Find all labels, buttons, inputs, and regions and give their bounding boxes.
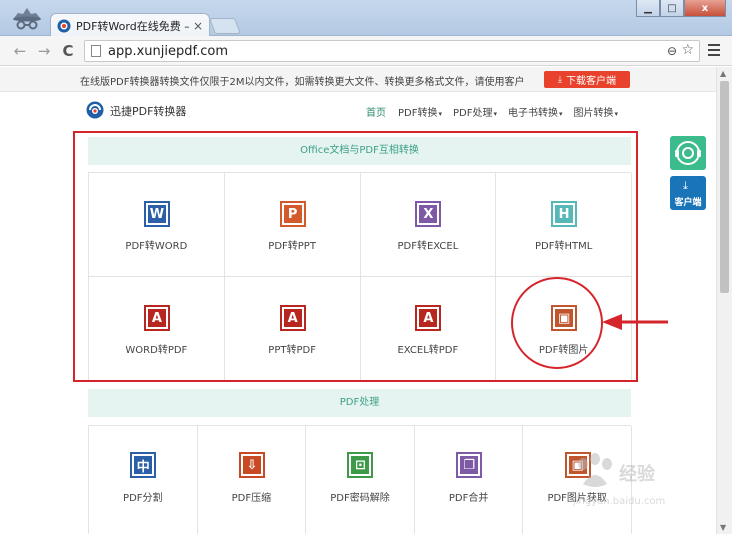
baidu-watermark: 经验 jingyan.baidu.com (573, 452, 703, 516)
file-type-icon: ⇩ (238, 452, 265, 478)
highlight-circle (511, 277, 603, 369)
watermark-text: 经验 (619, 464, 655, 485)
url-text: app.xunjiepdf.com (108, 43, 229, 59)
nav-item-home[interactable]: 首页 (366, 104, 387, 119)
chevron-down-icon: ▾ (559, 110, 563, 118)
scroll-thumb[interactable] (720, 81, 729, 293)
close-window-button[interactable]: x (684, 0, 726, 17)
page-scrollbar[interactable]: ▲ ▼ (716, 67, 732, 534)
scroll-down-icon[interactable]: ▼ (720, 523, 726, 532)
chevron-down-icon: ▾ (438, 110, 442, 118)
browser-toolbar: ← → C app.xunjiepdf.com ⊖ ☆ (0, 36, 732, 66)
notice-bar: 在线版PDF转换器转换文件仅限于2M以内文件，如需转换更大文件、转换更多格式文件… (0, 67, 716, 92)
minimize-button[interactable]: ▁ (636, 0, 660, 17)
bookmark-star-icon[interactable]: ☆ (681, 42, 694, 58)
file-type-icon: ❐ (456, 452, 483, 478)
tool-card[interactable]: ⇩ PDF压缩 (198, 426, 307, 534)
notice-text: 在线版PDF转换器转换文件仅限于2M以内文件，如需转换更大文件、转换更多格式文件… (80, 77, 525, 88)
brand-name[interactable]: 迅捷PDF转换器 (110, 103, 186, 119)
download-client-label: 下载客户端 (565, 76, 616, 87)
page-icon (91, 45, 101, 57)
scroll-up-icon[interactable]: ▲ (720, 69, 726, 78)
back-button[interactable]: ← (10, 41, 30, 61)
chevron-down-icon: ▾ (493, 110, 497, 118)
incognito-icon (13, 8, 41, 30)
highlight-arrow-icon (602, 314, 668, 330)
reload-button[interactable]: C (58, 41, 78, 61)
baidu-paw-logo-icon (578, 453, 612, 487)
tab-title: PDF转Word在线免费 – 在 (76, 19, 189, 33)
zoom-icon[interactable]: ⊖ (667, 44, 677, 58)
site-header: 迅捷PDF转换器 首页 PDF转换▾ PDF处理▾ 电子书转换▾ 图片转换▾ (0, 93, 716, 129)
address-bar[interactable]: app.xunjiepdf.com ⊖ ☆ (84, 40, 700, 62)
download-icon: ⤓ (558, 74, 562, 85)
tool-label: PDF压缩 (231, 493, 272, 504)
nav-item-image-convert[interactable]: 图片转换▾ (574, 104, 619, 119)
pdf-section-title: PDF处理 (88, 389, 631, 417)
tab-close-icon[interactable]: × (193, 19, 203, 33)
nav-item-ebook-convert[interactable]: 电子书转换▾ (508, 104, 563, 119)
new-tab-button[interactable] (209, 18, 241, 34)
tool-card[interactable]: ⊡ PDF密码解除 (306, 426, 415, 534)
tool-card[interactable]: ❐ PDF合并 (415, 426, 524, 534)
browser-menu-icon[interactable] (708, 44, 720, 56)
forward-button[interactable]: → (34, 41, 54, 61)
tool-label: PDF分割 (123, 493, 163, 504)
file-type-icon: ⊡ (347, 452, 374, 478)
site-favicon-icon (57, 19, 71, 32)
download-icon: ⤓ (683, 179, 688, 192)
window-controls: ▁ □ x (636, 0, 726, 17)
watermark-url: jingyan.baidu.com (573, 496, 666, 507)
chevron-down-icon: ▾ (614, 110, 619, 118)
maximize-button[interactable]: □ (660, 0, 684, 17)
nav-item-pdf-process[interactable]: PDF处理▾ (453, 104, 497, 119)
file-type-icon: 中 (130, 452, 157, 478)
brand-logo-icon[interactable] (86, 101, 104, 119)
nav-item-pdf-convert[interactable]: PDF转换▾ (398, 104, 442, 119)
pdf-tool-grid: 中 PDF分割 ⇩ PDF压缩 ⊡ PDF密码解除 ❐ PDF合并 ▣ PDF图片获取 (88, 425, 632, 534)
headset-icon (675, 141, 701, 165)
tool-card[interactable]: 中 PDF分割 (89, 426, 198, 534)
customer-service-button[interactable] (670, 136, 706, 170)
download-client-button[interactable]: ⤓ 下载客户端 (544, 71, 630, 88)
main-nav: 首页 PDF转换▾ PDF处理▾ 电子书转换▾ 图片转换▾ (366, 104, 629, 119)
tool-label: PDF合并 (448, 493, 489, 504)
tool-label: PDF密码解除 (330, 493, 390, 504)
browser-tab[interactable]: PDF转Word在线免费 – 在 × (50, 13, 210, 37)
client-download-float-button[interactable]: ⤓ 客户端 (670, 176, 706, 210)
page-viewport: 在线版PDF转换器转换文件仅限于2M以内文件，如需转换更大文件、转换更多格式文件… (0, 67, 716, 534)
browser-titlebar: PDF转Word在线免费 – 在 × ▁ □ x (0, 0, 732, 37)
client-label: 客户端 (674, 198, 702, 208)
